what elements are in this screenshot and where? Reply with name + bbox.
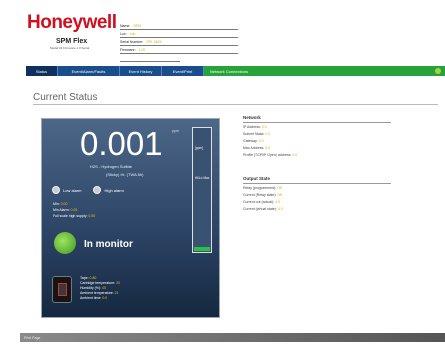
current-virtual: Current (virtual state): 4.0: [243, 207, 283, 211]
location-field: Loc: Lab: [120, 30, 238, 38]
relay-programmed: Relay (programmed): Off: [243, 186, 282, 190]
relay-state: Current (Relay state): Off: [243, 193, 283, 197]
level-bar: [ppm] Hi/Lo Max: [192, 127, 212, 253]
min-value: Min: 0.00: [53, 202, 68, 206]
device-model-info: Model 01 Firmware 1.0 Serial: [50, 46, 90, 50]
tab-event-alarm-faults[interactable]: Event/Alarm/Faults: [58, 66, 120, 76]
gas-name: H2S - Hydrogen Sulfide: [90, 164, 133, 169]
network-title: Network: [243, 115, 261, 120]
gas-subtitle: (Sticky) Hr. (TWA 8h): [106, 172, 144, 177]
full-scale-value: Full scale high supply: 0.50: [53, 214, 96, 218]
humidity-value: Humidity (%): 40: [80, 286, 106, 290]
level-bar-fill: [194, 247, 210, 251]
device-name: SPM Flex: [56, 38, 88, 45]
name-field: Name: SPM: [120, 22, 238, 30]
cartridge-temp-value: Cartridge temperature: 20: [80, 281, 121, 285]
ip-address: IP Address: 0.0: [243, 125, 267, 129]
low-alarm-icon: [52, 186, 60, 194]
tape-value: Tape: 0.80: [80, 276, 97, 280]
blank-field: [120, 54, 180, 62]
tab-network-connections[interactable]: Network Connections: [204, 66, 445, 76]
min-alarm-value: Min Alarm: 0.05: [53, 208, 78, 212]
network-divider: [243, 122, 391, 123]
bar-top-label: [ppm]: [195, 146, 203, 150]
connection-status-icon: [435, 68, 441, 74]
cartridge-icon: [52, 276, 72, 303]
subnet-mask: Subnet Mask: 0.0: [243, 132, 271, 136]
high-alarm-icon: [93, 186, 102, 194]
gateway: Gateway: 0.0: [243, 139, 264, 143]
footer-bar[interactable]: Print Page: [20, 333, 445, 342]
ambient-temp-value: Ambient temperature: 21: [80, 291, 119, 295]
tab-event-print[interactable]: Event/Print: [162, 66, 204, 76]
ambient-time-value: Ambient time: 0.0: [80, 296, 108, 300]
tab-status[interactable]: Status: [26, 66, 58, 76]
main-nav: Status Event/Alarm/Faults Event History …: [26, 66, 445, 76]
bar-mid-label: Hi/Lo Max: [195, 176, 210, 180]
current-out: Current out (actual): 4.0: [243, 200, 280, 204]
profile-address: Profile (TCP/IP Open) address: 0.0: [243, 153, 298, 157]
serial-field: Serial Number: SPL 0624: [120, 38, 238, 46]
page-title: Current Status: [33, 92, 98, 103]
high-alarm: High alarm: [93, 186, 124, 194]
monitor-panel: 0.001 ppm H2S - Hydrogen Sulfide (Sticky…: [41, 118, 220, 318]
mac-address: Mac Address: 0.0: [243, 146, 271, 150]
alarm-indicators: Low alarm High alarm: [52, 186, 124, 194]
brand-logo: Honeywell: [27, 12, 117, 33]
title-divider: [33, 104, 438, 105]
monitor-state-icon: [54, 232, 76, 254]
output-title: Output State: [243, 176, 270, 181]
tab-event-history[interactable]: Event History: [120, 66, 162, 76]
monitor-state: In monitor: [84, 239, 133, 250]
reading-unit: ppm: [172, 129, 179, 133]
firmware-field: Firmware: 1.00: [120, 46, 238, 54]
device-info-fields: Name: SPM Loc: Lab Serial Number: SPL 0624 …: [120, 22, 238, 62]
output-divider: [243, 183, 391, 184]
low-alarm: Low alarm: [52, 186, 81, 194]
gas-reading: 0.001: [80, 125, 163, 162]
